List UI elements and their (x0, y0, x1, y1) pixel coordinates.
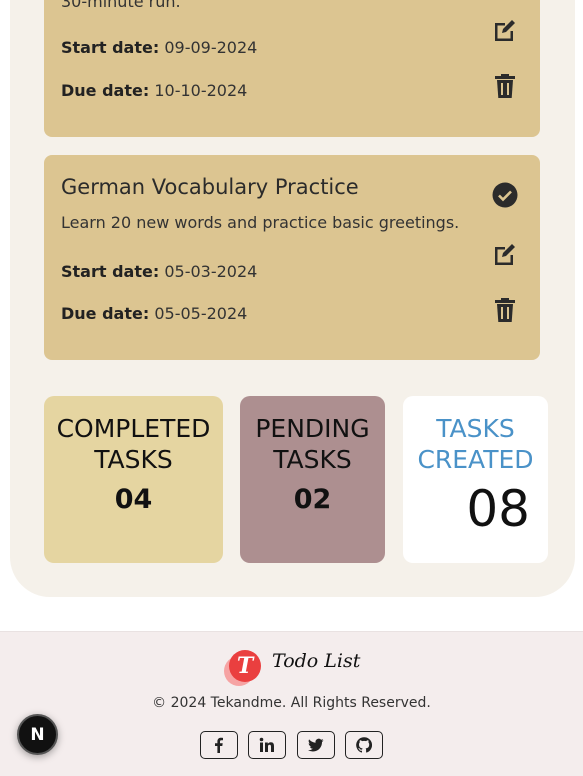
task-start-date: Start date: 05-03-2024 (61, 262, 257, 281)
app-logo[interactable]: T (224, 650, 264, 690)
task-card: 30-minute run. Start date: 09-09-2024 Du… (44, 0, 540, 137)
pending-tasks-label: PENDING TASKS (255, 414, 370, 474)
task-due-date: Due date: 05-05-2024 (61, 304, 247, 323)
task-start-date: Start date: 09-09-2024 (61, 38, 257, 57)
social-links (200, 731, 390, 759)
check-circle-icon[interactable] (492, 182, 518, 208)
due-date-value: 05-05-2024 (154, 304, 248, 323)
task-description: Learn 20 new words and practice basic gr… (61, 213, 460, 232)
facebook-link[interactable] (200, 731, 238, 759)
task-title: German Vocabulary Practice (61, 175, 359, 199)
start-date-label: Start date: (61, 38, 160, 57)
task-due-date: Due date: 10-10-2024 (61, 81, 247, 100)
task-description: 30-minute run. (61, 0, 181, 11)
completed-tasks-card: COMPLETED TASKS 04 (44, 396, 223, 563)
completed-tasks-label: COMPLETED TASKS (56, 414, 211, 474)
brand-name: Todo List (272, 650, 361, 672)
dev-tools-badge[interactable]: N (17, 714, 58, 755)
twitter-icon (308, 738, 324, 752)
pending-tasks-value: 02 (293, 484, 332, 515)
edit-icon[interactable] (492, 17, 518, 43)
due-date-label: Due date: (61, 81, 150, 100)
due-date-value: 10-10-2024 (154, 81, 248, 100)
github-icon (356, 737, 372, 753)
task-card: German Vocabulary Practice Learn 20 new … (44, 155, 540, 360)
tasks-created-value: 08 (466, 480, 530, 538)
pending-tasks-card: PENDING TASKS 02 (240, 396, 385, 563)
completed-tasks-value: 04 (114, 484, 153, 515)
start-date-value: 09-09-2024 (164, 38, 258, 57)
start-date-value: 05-03-2024 (164, 262, 258, 281)
linkedin-icon (259, 737, 274, 752)
facebook-icon (215, 737, 223, 753)
twitter-link[interactable] (297, 731, 335, 759)
linkedin-link[interactable] (248, 731, 286, 759)
github-link[interactable] (345, 731, 383, 759)
copyright-text: © 2024 Tekandme. All Rights Reserved. (152, 695, 431, 711)
logo-letter: T (229, 650, 261, 682)
tasks-created-card: TASKS CREATED 08 (403, 396, 548, 563)
start-date-label: Start date: (61, 262, 160, 281)
trash-icon[interactable] (492, 73, 518, 99)
tasks-created-label: TASKS CREATED (417, 414, 534, 474)
edit-icon[interactable] (492, 241, 518, 267)
trash-icon[interactable] (492, 297, 518, 323)
due-date-label: Due date: (61, 304, 150, 323)
footer: T Todo List © 2024 Tekandme. All Rights … (0, 631, 583, 776)
